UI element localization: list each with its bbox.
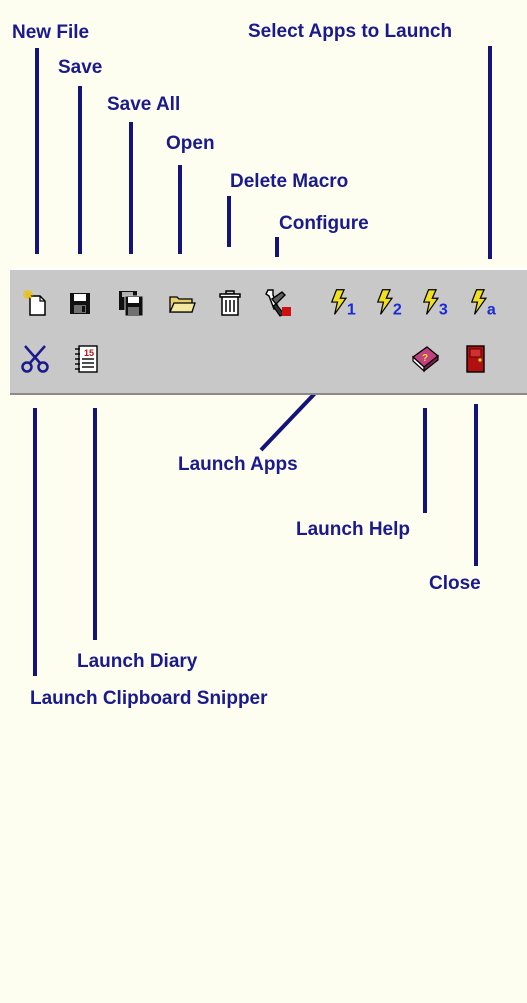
label-configure: Configure: [279, 213, 369, 234]
label-open: Open: [166, 133, 215, 154]
launch-app-3-label: 3: [439, 300, 448, 318]
label-close: Close: [429, 573, 481, 594]
diary-date: 15: [84, 348, 94, 358]
launch-clipboard-button[interactable]: [18, 342, 52, 376]
label-select-apps: Select Apps to Launch: [248, 21, 453, 42]
tools-icon: [265, 289, 291, 317]
label-delete-macro: Delete Macro: [230, 171, 349, 192]
toolbar: 1 2 3 a 15 ?: [10, 268, 527, 395]
label-save-all: Save All: [107, 94, 181, 115]
lightning-bolt-icon: 1: [330, 289, 356, 318]
label-launch-clipboard: Launch Clipboard Snipper: [30, 688, 268, 709]
open-button[interactable]: [165, 286, 199, 320]
label-new-file: New File: [12, 22, 90, 43]
label-save: Save: [58, 57, 103, 78]
leader-lines: [33, 46, 492, 676]
open-folder-icon: [168, 296, 196, 313]
calendar-icon: 15: [75, 345, 98, 373]
multiple-floppy-icon: [119, 291, 144, 317]
launch-app-1-button[interactable]: 1: [328, 286, 362, 320]
new-file-button[interactable]: [19, 286, 53, 320]
label-launch-diary: Launch Diary: [77, 651, 198, 672]
launch-app-3-button[interactable]: 3: [420, 286, 454, 320]
label-launch-help: Launch Help: [296, 519, 411, 540]
scissors-icon: [21, 345, 49, 373]
toolbar-diagram: New File Save Save All Open Delete Macro…: [0, 0, 527, 1003]
label-launch-apps: Launch Apps: [178, 454, 298, 475]
launch-app-2-button[interactable]: 2: [374, 286, 408, 320]
launch-app-1-label: 1: [347, 300, 356, 318]
select-apps-label: a: [487, 300, 497, 318]
launch-diary-button[interactable]: 15: [70, 342, 104, 376]
save-button[interactable]: [63, 286, 97, 320]
launch-app-2-label: 2: [393, 300, 402, 318]
lightning-bolt-icon: 3: [422, 289, 448, 318]
close-button[interactable]: [459, 342, 493, 376]
configure-button[interactable]: [261, 286, 295, 320]
floppy-disk-icon: [70, 293, 90, 314]
lightning-bolt-icon: a: [470, 289, 497, 318]
lightning-bolt-icon: 2: [376, 289, 402, 318]
exit-door-icon: [466, 345, 485, 373]
help-book-icon: ?: [411, 346, 440, 373]
save-all-button[interactable]: [114, 286, 148, 320]
trash-can-icon: [219, 290, 241, 316]
select-apps-button[interactable]: a: [468, 286, 502, 320]
launch-help-button[interactable]: ?: [408, 342, 442, 376]
delete-macro-button[interactable]: [213, 286, 247, 320]
svg-text:?: ?: [422, 353, 428, 364]
new-file-icon: [23, 290, 46, 316]
